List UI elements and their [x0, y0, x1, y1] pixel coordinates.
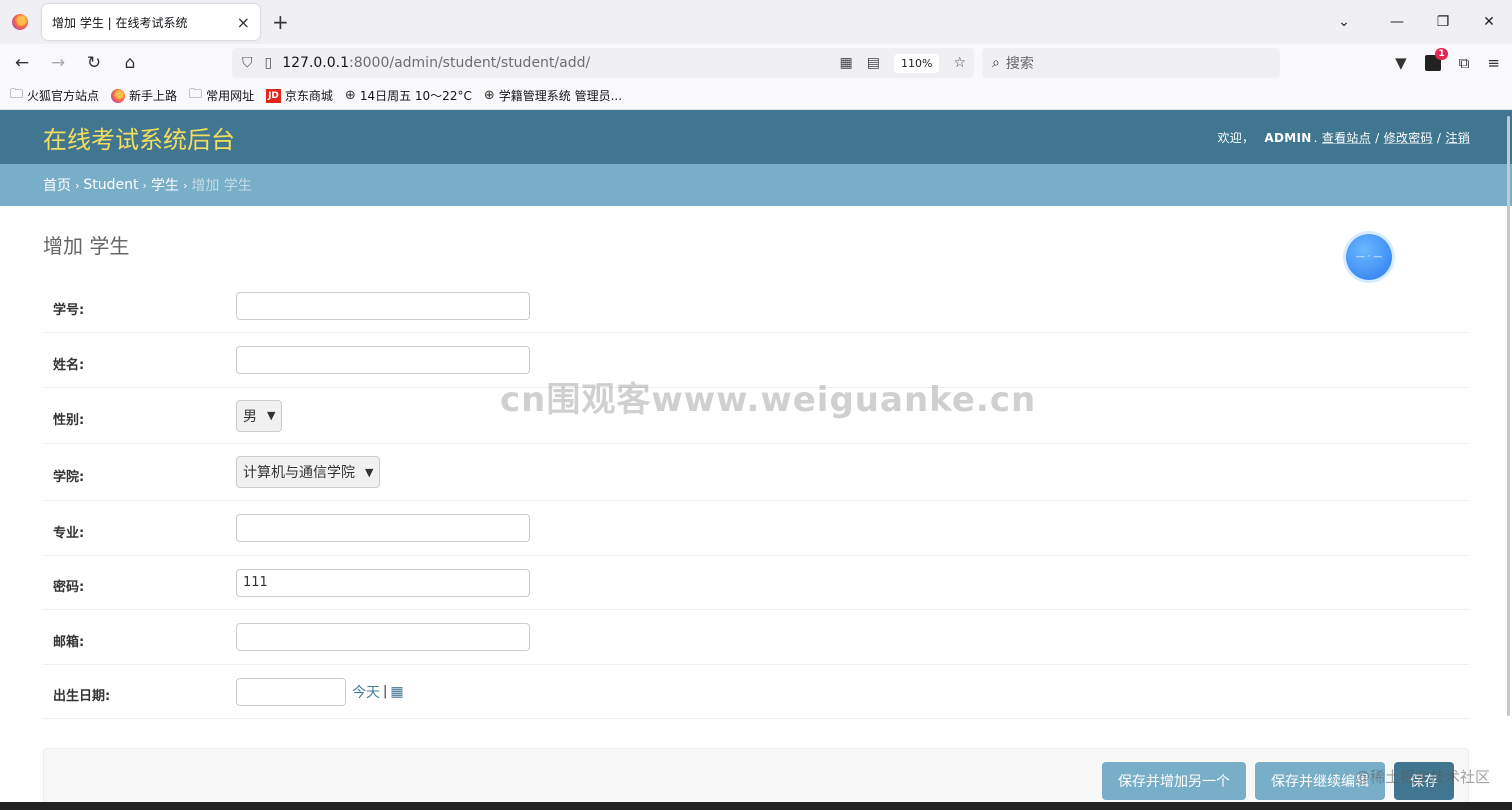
bookmarks-bar: 🗀 火狐官方站点 新手上路 🗀 常用网址 JD 京东商城 ⊕ 14日周五 10～22°C…: [0, 82, 1512, 110]
close-window-icon[interactable]: ✕: [1466, 14, 1512, 30]
breadcrumb-model[interactable]: 学生: [151, 175, 179, 195]
new-tab-button[interactable]: +: [272, 10, 289, 34]
breadcrumb: 首页 › Student › 学生 › 增加 学生: [0, 164, 1512, 206]
birthday-input[interactable]: [236, 677, 346, 706]
folder-icon: 🗀: [10, 86, 24, 102]
bookmark-item[interactable]: JD 京东商城: [266, 87, 333, 104]
site-title[interactable]: 在线考试系统后台: [43, 120, 235, 155]
major-input[interactable]: [236, 514, 530, 542]
minimize-icon[interactable]: —: [1374, 14, 1420, 30]
form-row-name: 姓名:: [43, 333, 1469, 388]
page-scrollbar[interactable]: [1507, 116, 1510, 716]
page-info-icon[interactable]: ▯: [265, 55, 273, 71]
student-no-label: 学号:: [53, 303, 85, 318]
calendar-icon[interactable]: ▦: [390, 684, 403, 700]
form-row-major: 专业:: [43, 501, 1469, 556]
qr-code-icon[interactable]: ▦: [840, 55, 853, 71]
gender-select[interactable]: 男 ▼: [236, 399, 283, 432]
zoom-level[interactable]: 110%: [893, 53, 940, 73]
save-button[interactable]: 保存: [1394, 762, 1454, 800]
form-row-gender: 性别: 男 ▼: [43, 388, 1469, 444]
bookmark-item[interactable]: ⊕ 学籍管理系统 管理员...: [484, 87, 622, 104]
today-link[interactable]: 今天: [352, 682, 380, 702]
floating-assistant-icon[interactable]: — · —: [1346, 234, 1392, 280]
globe-icon: ⊕: [483, 88, 495, 103]
form-row-student-no: 学号:: [43, 279, 1469, 333]
search-placeholder: 搜索: [1005, 56, 1034, 72]
extension-icon[interactable]: 1: [1424, 48, 1448, 71]
student-no-input[interactable]: [236, 291, 530, 320]
save-continue-button[interactable]: 保存并继续编辑: [1255, 762, 1385, 800]
tab-close-icon[interactable]: ×: [237, 13, 250, 32]
gender-label: 性别:: [53, 413, 85, 428]
name-label: 姓名:: [53, 357, 85, 373]
content: 增加 学生 学号: 姓名: 性别: 男 ▼ 学院: 计算机与通信学院 ▼ 专业: 密…: [0, 206, 1512, 808]
bookmark-item[interactable]: 新手上路: [111, 87, 177, 104]
firefox-logo-icon: [12, 14, 28, 30]
college-select[interactable]: 计算机与通信学院 ▼: [236, 456, 381, 488]
user-tools: 欢迎， ADMIN. 查看站点 / 修改密码 / 注销: [1217, 130, 1470, 145]
password-input[interactable]: [236, 568, 530, 597]
menu-icon[interactable]: ≡: [1487, 54, 1500, 72]
birthday-label: 出生日期:: [53, 689, 111, 704]
submit-row: 保存并增加另一个 保存并继续编辑 保存: [43, 748, 1469, 808]
bookmark-item[interactable]: 🗀 常用网址: [189, 85, 254, 107]
welcome-text: 欢迎，: [1217, 130, 1255, 145]
reload-icon[interactable]: ↻: [76, 53, 112, 73]
bookmark-item[interactable]: ⊕ 14日周五 10～22°C: [345, 87, 472, 104]
browser-tab[interactable]: 增加 学生 | 在线考试系统 ×: [42, 4, 260, 40]
college-label: 学院:: [53, 469, 85, 485]
major-label: 专业:: [53, 525, 85, 541]
chevron-down-icon: ▼: [365, 465, 374, 479]
email-label: 邮箱:: [53, 634, 85, 650]
browser-toolbar: ← → ↻ ⌂ ⛉ ▯ 127.0.0.1:8000/admin/student…: [0, 44, 1512, 82]
admin-header: 在线考试系统后台 欢迎， ADMIN. 查看站点 / 修改密码 / 注销: [0, 110, 1512, 164]
folder-icon: 🗀: [189, 86, 203, 102]
jd-logo-icon: JD: [266, 88, 281, 103]
bookmark-item[interactable]: 🗀 火狐官方站点: [10, 85, 99, 107]
breadcrumb-home[interactable]: 首页: [43, 175, 71, 195]
form-row-college: 学院: 计算机与通信学院 ▼: [43, 444, 1469, 501]
breadcrumb-app[interactable]: Student: [83, 177, 138, 193]
view-site-link[interactable]: 查看站点: [1322, 131, 1371, 145]
tab-list-chevron-icon[interactable]: ⌄: [1314, 14, 1374, 30]
name-input[interactable]: [236, 346, 530, 374]
bookmark-star-icon[interactable]: ☆: [953, 55, 966, 71]
email-input[interactable]: [236, 623, 530, 651]
restore-icon[interactable]: ❐: [1420, 14, 1466, 30]
form-row-email: 邮箱:: [43, 610, 1469, 665]
reader-view-icon[interactable]: ▤: [867, 55, 880, 71]
tab-title: 增加 学生 | 在线考试系统: [52, 15, 188, 30]
shield-icon[interactable]: ⛉: [242, 55, 253, 71]
username: ADMIN: [1264, 130, 1312, 145]
extensions-puzzle-icon[interactable]: ⧉: [1459, 54, 1470, 72]
url-path: :8000/admin/student/student/add/: [349, 55, 591, 71]
firefox-icon: [111, 88, 126, 103]
browser-tab-bar: 增加 学生 | 在线考试系统 × + ⌄ — ❐ ✕: [0, 0, 1512, 44]
window-controls: ⌄ — ❐ ✕: [1314, 0, 1512, 44]
password-label: 密码:: [53, 580, 85, 595]
change-password-link[interactable]: 修改密码: [1384, 131, 1433, 145]
vpn-icon[interactable]: ▼: [1395, 54, 1407, 72]
url-host: 127.0.0.1: [282, 55, 350, 71]
search-icon: ⌕: [992, 55, 1000, 71]
chevron-down-icon: ▼: [267, 409, 276, 422]
back-icon[interactable]: ←: [4, 53, 40, 73]
logout-link[interactable]: 注销: [1445, 131, 1470, 145]
breadcrumb-current: 增加 学生: [191, 178, 252, 194]
save-add-another-button[interactable]: 保存并增加另一个: [1102, 762, 1246, 800]
extension-badge: 1: [1435, 48, 1448, 60]
toolbar-icons: ▼ 1 ⧉ ≡: [1395, 44, 1500, 82]
home-icon[interactable]: ⌂: [112, 53, 148, 73]
form-row-password: 密码:: [43, 556, 1469, 610]
form-row-birthday: 出生日期: 今天 | ▦: [43, 665, 1469, 719]
globe-icon: ⊕: [344, 88, 356, 103]
page-title: 增加 学生: [43, 234, 130, 258]
forward-icon[interactable]: →: [40, 53, 76, 73]
search-bar[interactable]: ⌕ 搜索: [982, 48, 1280, 78]
url-bar[interactable]: ⛉ ▯ 127.0.0.1:8000/admin/student/student…: [232, 48, 974, 78]
taskbar-strip: [0, 802, 1512, 810]
